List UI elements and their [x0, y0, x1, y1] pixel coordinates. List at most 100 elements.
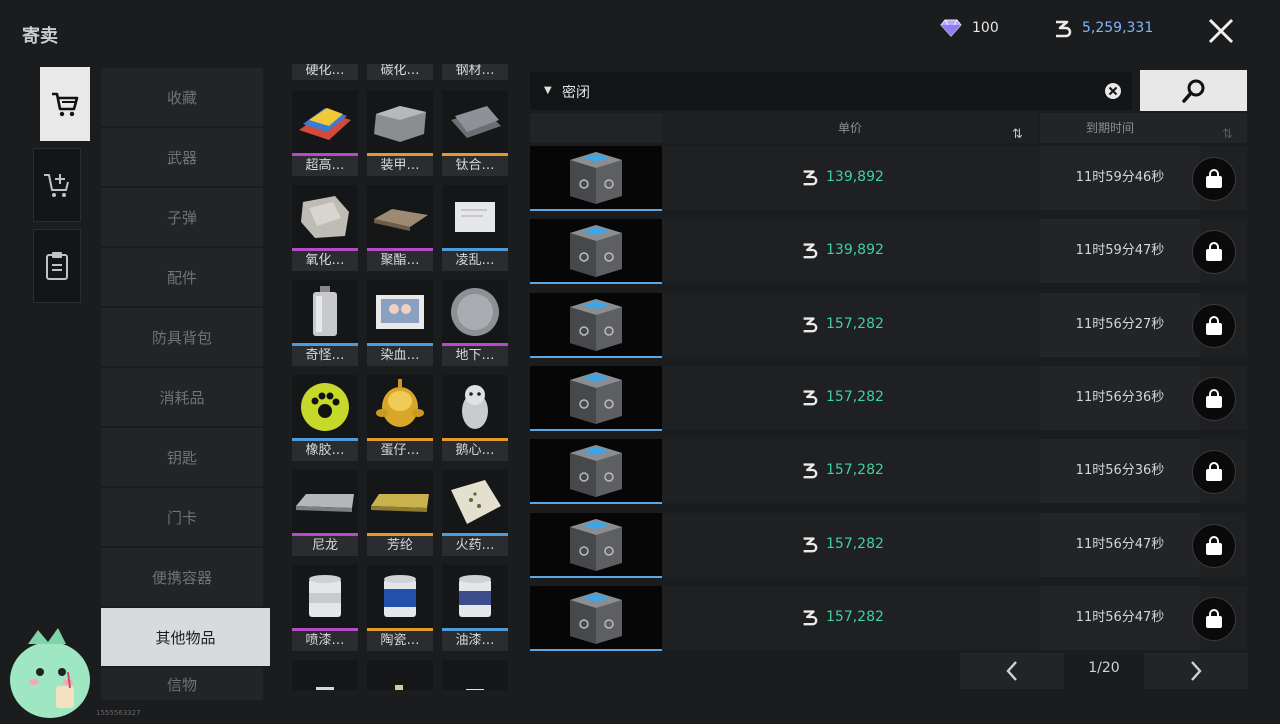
price-value: 157,282: [826, 315, 884, 332]
item-label: 硬化…: [292, 64, 358, 80]
dropdown-caret-icon[interactable]: ▼: [544, 85, 552, 96]
header-unit-price[interactable]: 单价 ⇅: [662, 113, 1038, 143]
next-page-button[interactable]: [1144, 653, 1248, 689]
item-image: [442, 565, 508, 629]
search-input[interactable]: 密闭: [562, 82, 590, 102]
item-tile[interactable]: 硬化…: [292, 64, 358, 80]
unit-price: 139,892: [800, 168, 884, 186]
item-label: 蛋仔…: [367, 441, 433, 461]
rarity-bar: [530, 209, 662, 211]
item-label: 油漆…: [442, 631, 508, 651]
item-tile[interactable]: 陶瓷…: [367, 565, 433, 651]
category-keys[interactable]: 钥匙: [101, 428, 263, 487]
unit-price: 139,892: [800, 241, 884, 259]
item-image: [292, 185, 358, 249]
listing-row[interactable]: 157,282 11时56分27秒: [530, 292, 1247, 358]
coin-icon: [803, 610, 818, 626]
item-tile[interactable]: 鹅心…: [442, 375, 508, 461]
item-tile[interactable]: 钢材…: [442, 64, 508, 80]
item-tile[interactable]: 碳化…: [367, 64, 433, 80]
item-thumbnail: [530, 365, 662, 430]
item-tile[interactable]: 氧化…: [292, 185, 358, 271]
item-tile[interactable]: 火药…: [442, 470, 508, 556]
category-tokens[interactable]: 信物: [101, 668, 263, 701]
category-other-items[interactable]: 其他物品: [101, 608, 270, 667]
buy-button[interactable]: [1192, 523, 1236, 568]
category-armor-backpack[interactable]: 防具背包: [101, 308, 263, 367]
coin-icon: [1056, 20, 1072, 38]
item-tile[interactable]: 蛋仔…: [367, 375, 433, 461]
item-image: [367, 185, 433, 249]
item-tile[interactable]: 油漆…: [442, 565, 508, 651]
rarity-bar: [530, 428, 662, 431]
item-image: [292, 280, 358, 344]
item-image: [292, 565, 358, 629]
price-value: 139,892: [826, 242, 884, 259]
tab-sell[interactable]: [33, 148, 81, 222]
item-tile[interactable]: 聚酯…: [367, 185, 433, 271]
buy-button[interactable]: [1192, 230, 1236, 275]
item-tile[interactable]: 奇怪…: [292, 280, 358, 366]
item-label: 碳化…: [367, 64, 433, 80]
buy-button[interactable]: [1192, 450, 1236, 495]
search-bar[interactable]: ▼ 密闭: [530, 72, 1132, 110]
item-thumbnail: [530, 585, 662, 650]
buy-button[interactable]: [1192, 303, 1236, 348]
item-label: 染血…: [367, 346, 433, 366]
listing-row[interactable]: 157,282 11时56分47秒: [530, 512, 1247, 578]
item-tile[interactable]: 橡胶…: [292, 375, 358, 461]
category-containers[interactable]: 便携容器: [101, 548, 263, 607]
item-tile[interactable]: [442, 660, 508, 690]
item-tile[interactable]: [367, 660, 433, 690]
item-tile[interactable]: 尼龙: [292, 470, 358, 556]
listing-row[interactable]: 139,892 11时59分46秒: [530, 146, 1247, 211]
category-keycards[interactable]: 门卡: [101, 488, 263, 547]
item-label: 钢材…: [442, 64, 508, 80]
search-button[interactable]: [1140, 70, 1247, 111]
item-tile[interactable]: 芳纶: [367, 470, 433, 556]
prev-page-button[interactable]: [960, 653, 1064, 689]
buy-button[interactable]: [1192, 157, 1236, 201]
category-consumables[interactable]: 消耗品: [101, 368, 263, 427]
item-tile[interactable]: 喷漆…: [292, 565, 358, 651]
item-image: [442, 660, 508, 690]
magnifier-icon: [1181, 79, 1204, 103]
item-label: 钛合…: [442, 156, 508, 176]
item-image: [292, 660, 358, 690]
shopping-bag-icon: [1206, 388, 1222, 408]
tab-buy[interactable]: [40, 67, 90, 141]
category-collection[interactable]: 收藏: [101, 68, 263, 127]
tab-orders[interactable]: [33, 229, 81, 303]
listing-row[interactable]: 157,282 11时56分47秒: [530, 585, 1247, 651]
coin-count: 5,259,331: [1082, 20, 1154, 36]
page-indicator: 1/20: [1088, 660, 1120, 676]
item-label: 尼龙: [292, 536, 358, 556]
header-expire-time[interactable]: 到期时间 ⇅: [1040, 113, 1247, 143]
item-tile[interactable]: [292, 660, 358, 690]
item-tile[interactable]: 钛合…: [442, 90, 508, 176]
unit-price: 157,282: [800, 315, 884, 333]
listing-row[interactable]: 139,892 11时59分47秒: [530, 219, 1247, 285]
buy-button[interactable]: [1192, 376, 1236, 421]
category-ammo[interactable]: 子弹: [101, 188, 263, 247]
category-attachments[interactable]: 配件: [101, 248, 263, 307]
close-button[interactable]: [1204, 14, 1238, 48]
price-value: 157,282: [826, 388, 884, 405]
unit-price-label: 单价: [837, 121, 862, 135]
shopping-bag-icon: [1206, 462, 1222, 482]
gem-count: 100: [972, 20, 999, 36]
item-image: [442, 375, 508, 439]
listing-row[interactable]: 157,282 11时56分36秒: [530, 365, 1247, 431]
item-tile[interactable]: 染血…: [367, 280, 433, 366]
clear-search-button[interactable]: [1104, 82, 1122, 104]
buy-button[interactable]: [1192, 596, 1236, 641]
item-tile[interactable]: 地下…: [442, 280, 508, 366]
item-tile[interactable]: 超高…: [292, 90, 358, 176]
rarity-bar: [530, 648, 662, 651]
item-tile[interactable]: 装甲…: [367, 90, 433, 176]
listing-row[interactable]: 157,282 11时56分36秒: [530, 439, 1247, 505]
item-tile[interactable]: 凌乱…: [442, 185, 508, 271]
category-weapons[interactable]: 武器: [101, 128, 263, 187]
expire-time: 11时56分36秒: [1040, 365, 1200, 430]
item-image: [367, 90, 433, 154]
